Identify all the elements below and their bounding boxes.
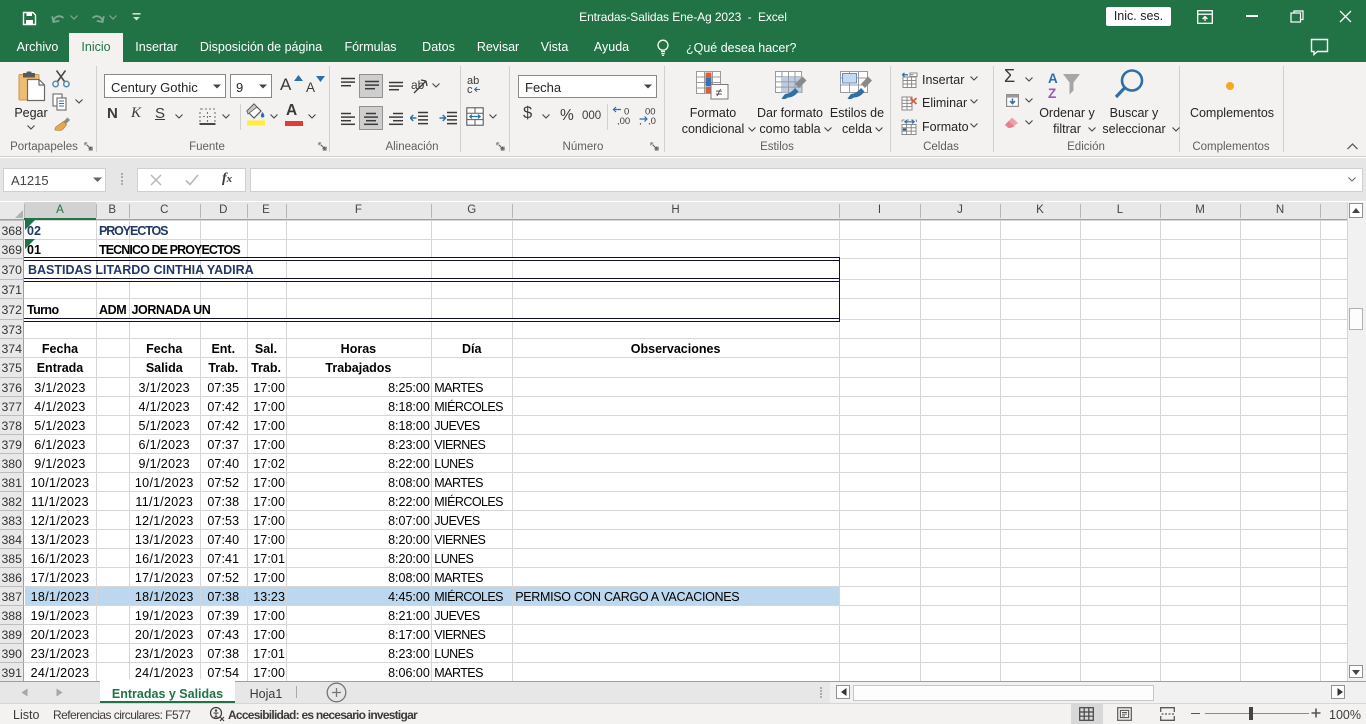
- svg-text:≠: ≠: [716, 86, 723, 100]
- svg-text:,: ,: [639, 116, 642, 125]
- svg-text:A: A: [1048, 71, 1058, 86]
- svg-text:,0: ,0: [648, 116, 656, 125]
- svg-text:,00: ,00: [617, 116, 630, 125]
- svg-text:c: c: [467, 84, 473, 94]
- svg-text:Z: Z: [1048, 86, 1056, 100]
